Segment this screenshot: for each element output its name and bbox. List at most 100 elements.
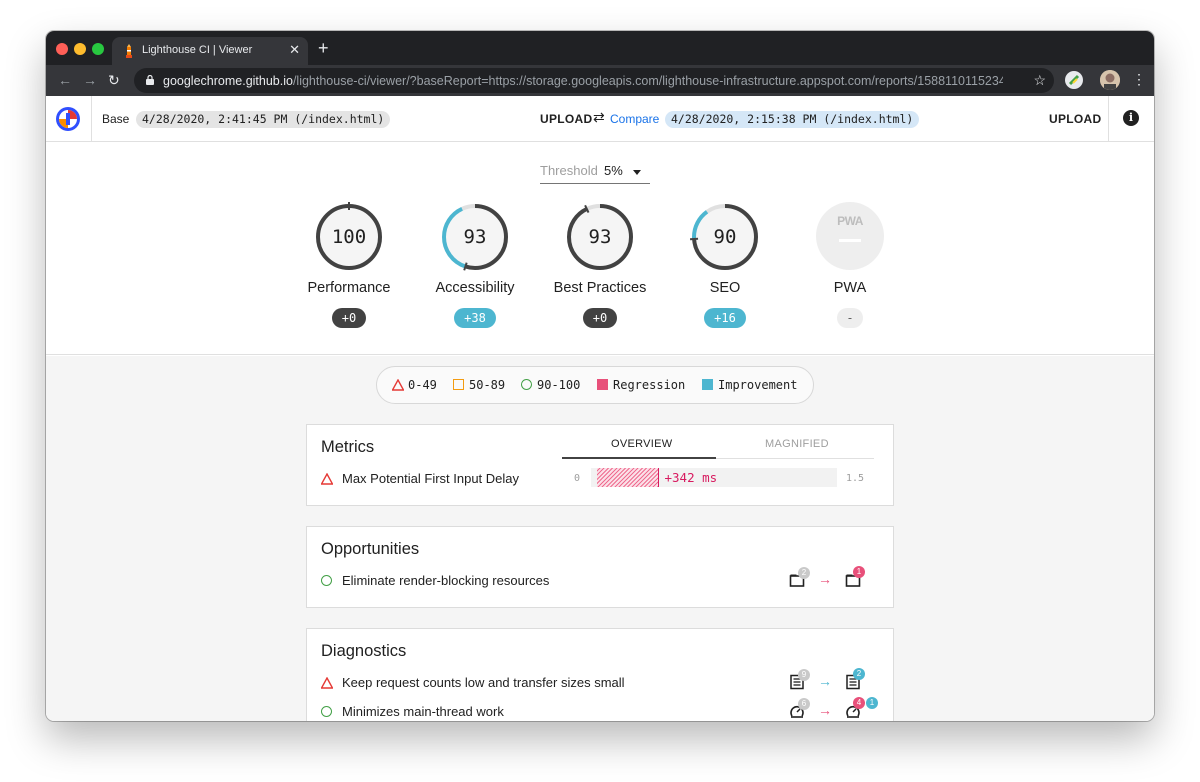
diagnostics-title: Diagnostics <box>321 642 407 660</box>
extension-icon[interactable] <box>1065 71 1083 89</box>
avatar-face-icon <box>1100 70 1120 90</box>
pwa-badge-icon: PWA <box>816 202 884 270</box>
header-divider <box>91 96 92 142</box>
regression-arrow-icon: → <box>818 702 832 718</box>
gauge-accessibility[interactable]: 93 Accessibility +38 <box>412 202 538 328</box>
diagnostic-row[interactable]: Keep request counts low and transfer siz… <box>321 668 881 692</box>
lighthouse-ci-logo-icon[interactable] <box>56 107 80 131</box>
close-window-button[interactable] <box>56 43 68 55</box>
app-header: Base 4/28/2020, 2:41:45 PM (/index.html)… <box>46 96 1154 142</box>
header-divider <box>1108 96 1109 142</box>
metrics-card: Metrics OVERVIEW MAGNIFIED Max Potential… <box>306 424 894 506</box>
audit-comparison-region: 0-49 50-89 90-100 Regression Improvement… <box>46 356 1154 721</box>
profile-avatar[interactable] <box>1100 70 1120 90</box>
url-text: googlechrome.github.io/lighthouse-ci/vie… <box>163 74 1003 88</box>
diagnostic-label: Keep request counts low and transfer siz… <box>342 675 625 690</box>
metrics-title: Metrics <box>321 438 375 456</box>
base-report-chip[interactable]: 4/28/2020, 2:41:45 PM (/index.html) <box>136 111 391 128</box>
maximize-window-button[interactable] <box>92 43 104 55</box>
bookmark-star-icon[interactable]: ☆ <box>1033 72 1046 89</box>
gauge-best-practices[interactable]: 93 Best Practices +0 <box>537 202 663 328</box>
compare-label: Compare <box>610 112 660 126</box>
opportunities-card: Opportunities Eliminate render-blocking … <box>306 526 894 608</box>
regression-square-icon <box>597 379 608 390</box>
gauge-delta-badge: +0 <box>583 308 617 328</box>
lighthouse-favicon-icon <box>126 44 132 58</box>
bar-scale-min: 0 <box>574 473 581 484</box>
metric-delta-value: +342 ms <box>664 470 718 485</box>
gauge-score: 90 <box>713 226 737 248</box>
diagnostic-row[interactable]: Minimizes main-thread work 6 → 4 1 <box>321 697 881 721</box>
address-bar[interactable]: googlechrome.github.io/lighthouse-ci/vie… <box>134 68 1054 93</box>
pass-circle-icon <box>521 379 532 390</box>
back-arrow-icon[interactable]: ← <box>58 71 72 89</box>
new-tab-button[interactable]: + <box>318 39 329 57</box>
gauge-seo[interactable]: 90 SEO +16 <box>662 202 788 328</box>
close-tab-icon[interactable]: ✕ <box>289 42 300 58</box>
score-legend: 0-49 50-89 90-100 Regression Improvement <box>376 366 814 404</box>
gauge-score: 93 <box>588 226 612 248</box>
improvement-arrow-icon: → <box>818 673 832 689</box>
regression-arrow-icon: → <box>818 571 832 587</box>
gauge-score: 93 <box>463 226 487 248</box>
url-path: /lighthouse-ci/viewer/?baseReport=https:… <box>292 74 1003 88</box>
tab-title: Lighthouse CI | Viewer <box>142 44 253 56</box>
compare-report-chip[interactable]: 4/28/2020, 2:15:38 PM (/index.html) <box>665 111 920 128</box>
gauge-score: 100 <box>331 226 367 248</box>
tab-overview[interactable]: OVERVIEW <box>611 438 673 450</box>
opportunity-label: Eliminate render-blocking resources <box>342 573 550 588</box>
lock-icon <box>146 75 154 85</box>
compare-upload-button[interactable]: UPLOAD <box>1049 112 1101 126</box>
diagnostics-card: Diagnostics Keep request counts low and … <box>306 628 894 721</box>
legend-pass: 90-100 <box>537 378 581 392</box>
gauge-delta-badge: - <box>837 308 863 328</box>
browser-tab[interactable]: Lighthouse CI | Viewer ✕ <box>112 37 308 65</box>
base-count-badge: 6 <box>798 698 810 710</box>
legend-regression: Regression <box>613 378 686 392</box>
threshold-label: Threshold <box>540 163 598 178</box>
browser-menu-icon[interactable]: ⋮ <box>1132 70 1146 88</box>
base-upload-button[interactable]: UPLOAD <box>540 112 592 126</box>
gauge-delta-badge: +16 <box>704 308 746 328</box>
gauge-delta-badge: +38 <box>454 308 496 328</box>
metric-bar-track: +342 ms <box>591 468 837 487</box>
threshold-value: 5% <box>604 163 623 178</box>
extension-glyph-icon <box>1068 74 1080 86</box>
fail-triangle-icon <box>392 379 404 391</box>
pwa-badge-text: PWA <box>837 214 863 228</box>
metrics-view-tabs: OVERVIEW MAGNIFIED <box>562 433 874 459</box>
active-tab-indicator <box>562 457 716 459</box>
pass-circle-icon <box>321 706 332 717</box>
compare-count-badge: 1 <box>853 566 865 578</box>
base-count-badge: 9 <box>798 669 810 681</box>
chevron-down-icon <box>633 170 641 175</box>
swap-icon[interactable]: ⇄ <box>593 109 605 126</box>
average-square-icon <box>453 379 464 390</box>
tab-magnified[interactable]: MAGNIFIED <box>765 438 829 450</box>
fail-triangle-icon <box>321 677 333 689</box>
metric-label: Max Potential First Input Delay <box>342 471 520 486</box>
minimize-window-button[interactable] <box>74 43 86 55</box>
threshold-select[interactable]: Threshold 5% <box>540 162 650 184</box>
base-label: Base <box>102 112 130 126</box>
opportunities-title: Opportunities <box>321 540 420 558</box>
reload-icon[interactable]: ↻ <box>108 71 120 89</box>
tab-strip: Lighthouse CI | Viewer ✕ + <box>46 31 1154 65</box>
gauge-performance[interactable]: 100 Performance +0 <box>286 202 412 328</box>
opportunity-row[interactable]: Eliminate render-blocking resources 2 → … <box>321 566 881 590</box>
legend-improvement: Improvement <box>718 378 798 392</box>
url-host: googlechrome.github.io <box>163 74 293 88</box>
bar-scale-max: 1.5 <box>846 473 865 484</box>
forward-arrow-icon[interactable]: → <box>83 71 97 89</box>
compare-extra-badge: 1 <box>866 697 878 709</box>
legend-average: 50-89 <box>469 378 506 392</box>
browser-toolbar: ← → ↻ googlechrome.github.io/lighthouse-… <box>46 65 1154 96</box>
base-count-badge: 2 <box>798 567 810 579</box>
fail-triangle-icon <box>321 473 333 485</box>
compare-count-badge: 2 <box>853 668 865 680</box>
info-icon[interactable]: i <box>1123 110 1139 126</box>
pwa-badge-bar <box>839 239 861 242</box>
browser-window: Lighthouse CI | Viewer ✕ + ← → ↻ googlec… <box>46 31 1154 721</box>
diagnostic-label: Minimizes main-thread work <box>342 704 504 719</box>
compare-count-badge: 4 <box>853 697 865 709</box>
